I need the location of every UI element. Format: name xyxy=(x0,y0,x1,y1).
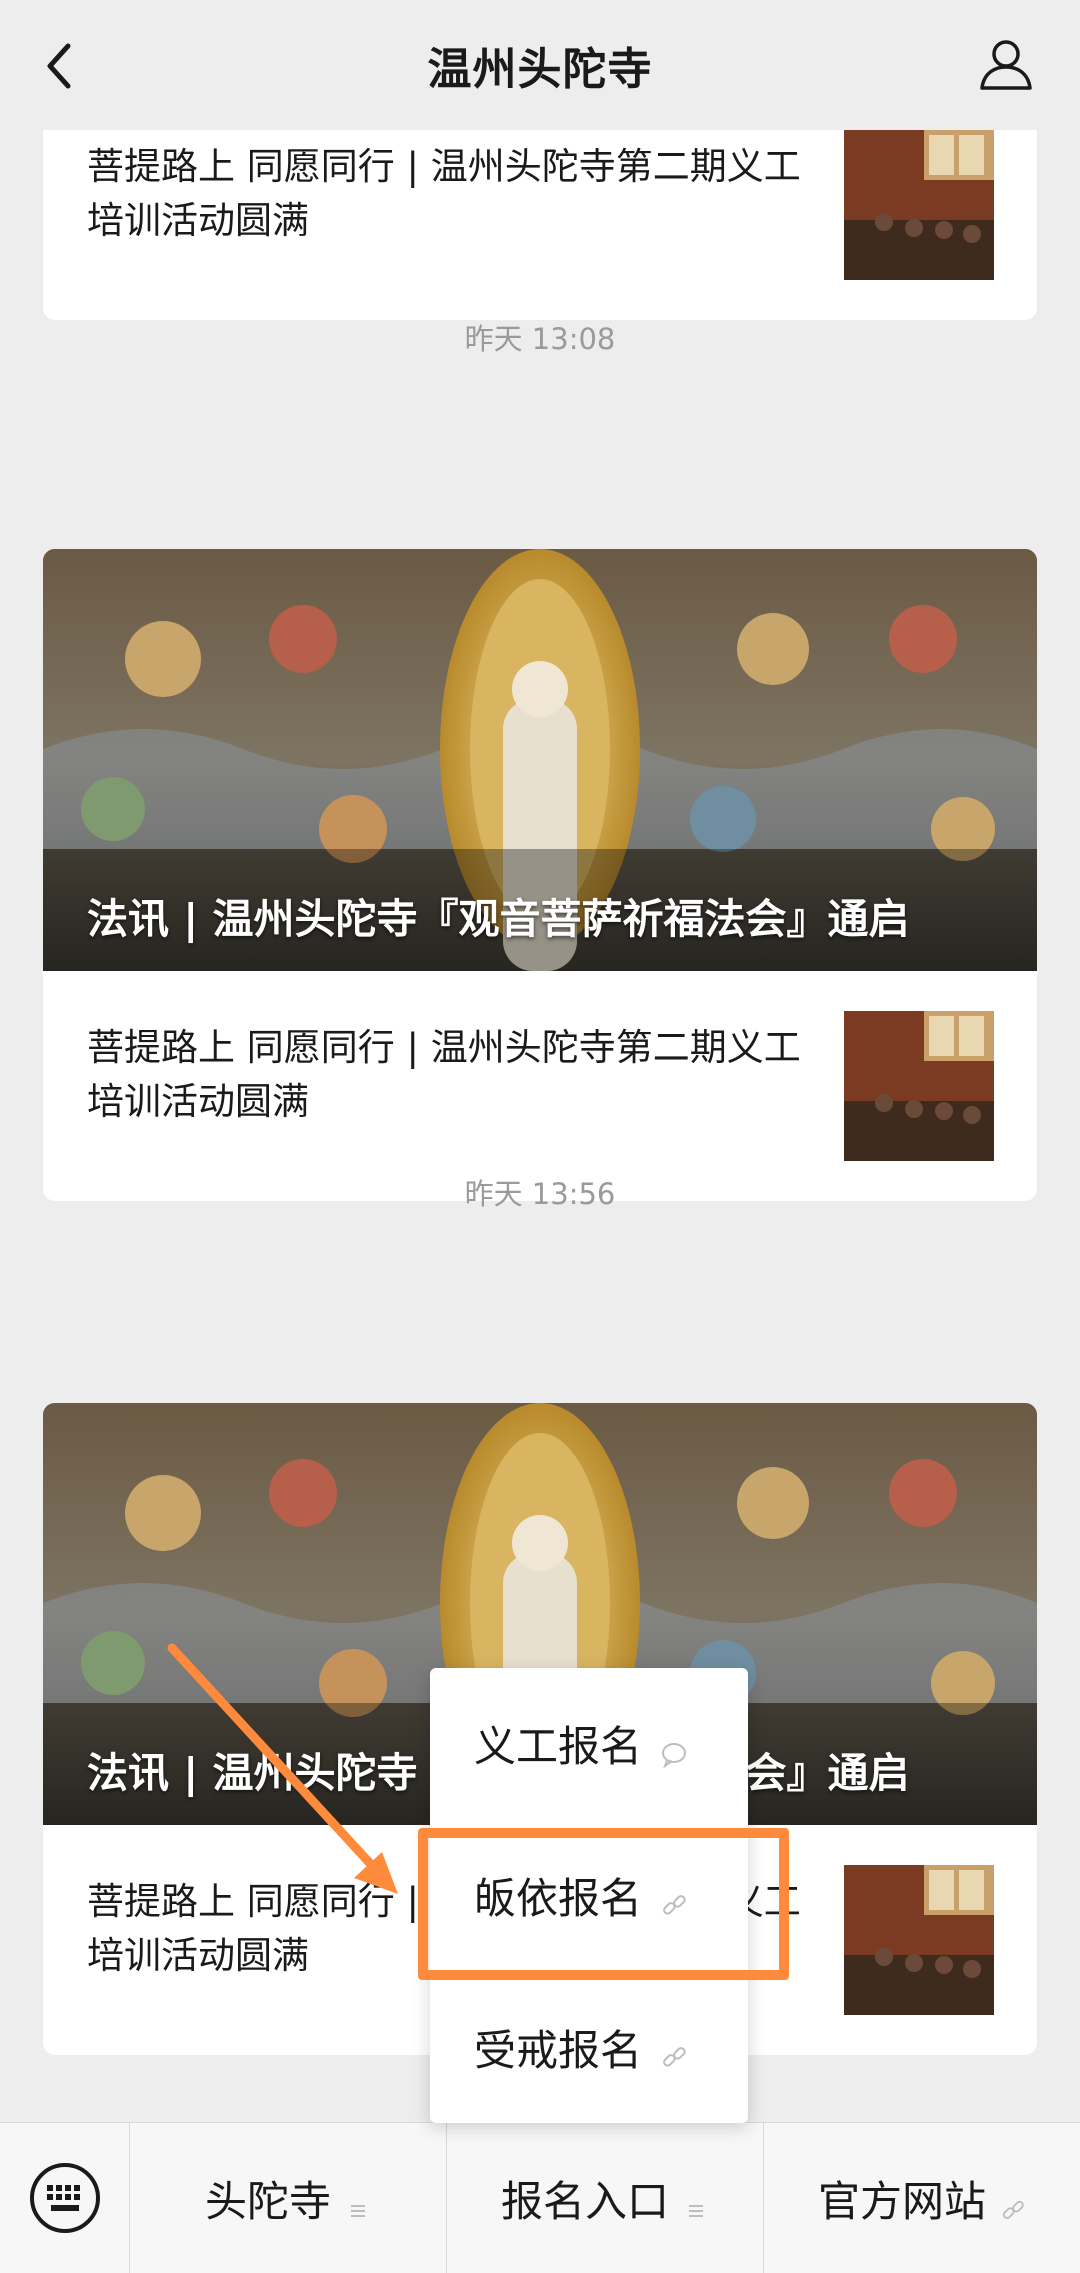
highlight-box xyxy=(418,1828,789,1980)
